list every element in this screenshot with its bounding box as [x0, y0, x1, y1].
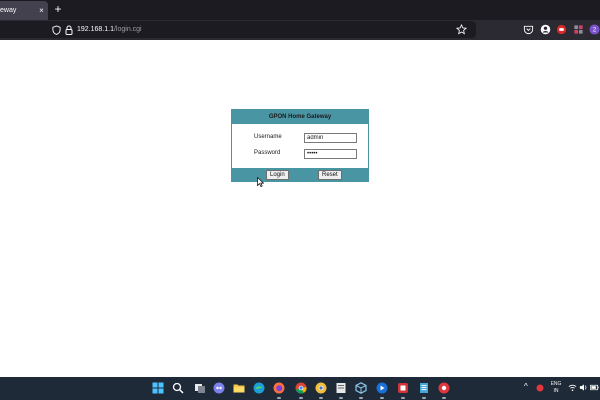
volume-icon[interactable] [579, 383, 588, 392]
firefox-icon[interactable] [273, 382, 285, 394]
edge-icon[interactable] [253, 382, 265, 394]
username-input[interactable] [304, 133, 357, 143]
battery-icon[interactable] [590, 383, 599, 392]
reset-button[interactable]: Reset [318, 170, 342, 180]
login-footer: Login Reset [232, 168, 368, 181]
media-player-icon[interactable] [376, 382, 388, 394]
extensions-puzzle-icon[interactable] [573, 24, 584, 35]
notepad-icon[interactable] [418, 382, 430, 394]
password-label: Password [254, 150, 281, 156]
nav-toolbar: 192.168.1.1/login.cgi 2 [0, 20, 600, 40]
media-active-indicator [380, 397, 384, 399]
windows-start-icon[interactable] [152, 382, 164, 394]
url-host: 192.168.1.1 [77, 26, 114, 33]
region-code: IN [553, 388, 559, 394]
profile-badge: 2 [593, 28, 596, 34]
bookmark-star-icon[interactable] [456, 24, 467, 35]
username-label: Username [254, 134, 282, 140]
url-path: /login.cgi [113, 26, 142, 33]
wifi-icon[interactable] [568, 383, 577, 392]
lock-icon[interactable] [65, 25, 73, 35]
tracking-shield-icon[interactable] [52, 25, 61, 35]
address-bar[interactable]: 192.168.1.1/login.cgi [0, 21, 476, 38]
account-icon[interactable] [540, 24, 551, 35]
taskbar: ^ ENG IN [0, 377, 600, 400]
login-panel: GPON Home Gateway Username Password Logi… [231, 109, 369, 182]
login-header: GPON Home Gateway [232, 110, 368, 124]
tab-strip: eway × + [0, 0, 600, 20]
teams-chat-icon[interactable] [213, 382, 225, 394]
document-app-icon[interactable] [335, 382, 347, 394]
tray-overflow-chevron[interactable]: ^ [524, 382, 528, 391]
file-explorer-icon[interactable] [233, 382, 245, 394]
language-indicator[interactable]: ENG IN [548, 381, 564, 395]
extension-red-icon[interactable] [556, 24, 567, 35]
virtualbox-active-indicator [359, 397, 363, 399]
password-input[interactable] [304, 149, 357, 159]
virtualbox-icon[interactable] [355, 382, 367, 394]
mouse-cursor-icon [257, 177, 264, 187]
red-app-active-indicator [401, 397, 405, 399]
login-button[interactable]: Login [266, 170, 289, 180]
canary-active-indicator [319, 397, 323, 399]
chrome-canary-icon[interactable] [315, 382, 327, 394]
red-app-icon[interactable] [397, 382, 409, 394]
search-icon[interactable] [172, 382, 184, 394]
url-text[interactable]: 192.168.1.1/login.cgi [77, 21, 142, 38]
recorder-icon[interactable] [438, 382, 450, 394]
task-view-icon[interactable] [194, 382, 206, 394]
recorder-active-indicator [442, 397, 446, 399]
profile-avatar-icon[interactable]: 2 [589, 24, 600, 35]
tray-red-icon[interactable] [536, 384, 544, 392]
document-active-indicator [339, 397, 343, 399]
new-tab-button[interactable]: + [52, 2, 64, 17]
chrome-icon[interactable] [295, 382, 307, 394]
language-code: ENG [550, 381, 562, 387]
notepad-active-indicator [422, 397, 426, 399]
browser-tab[interactable]: eway × [0, 1, 48, 20]
pocket-icon[interactable] [523, 24, 534, 35]
tab-close-button[interactable]: × [37, 1, 46, 20]
chrome-active-indicator [299, 397, 303, 399]
firefox-active-indicator [277, 397, 281, 399]
tab-title: eway [0, 7, 17, 14]
